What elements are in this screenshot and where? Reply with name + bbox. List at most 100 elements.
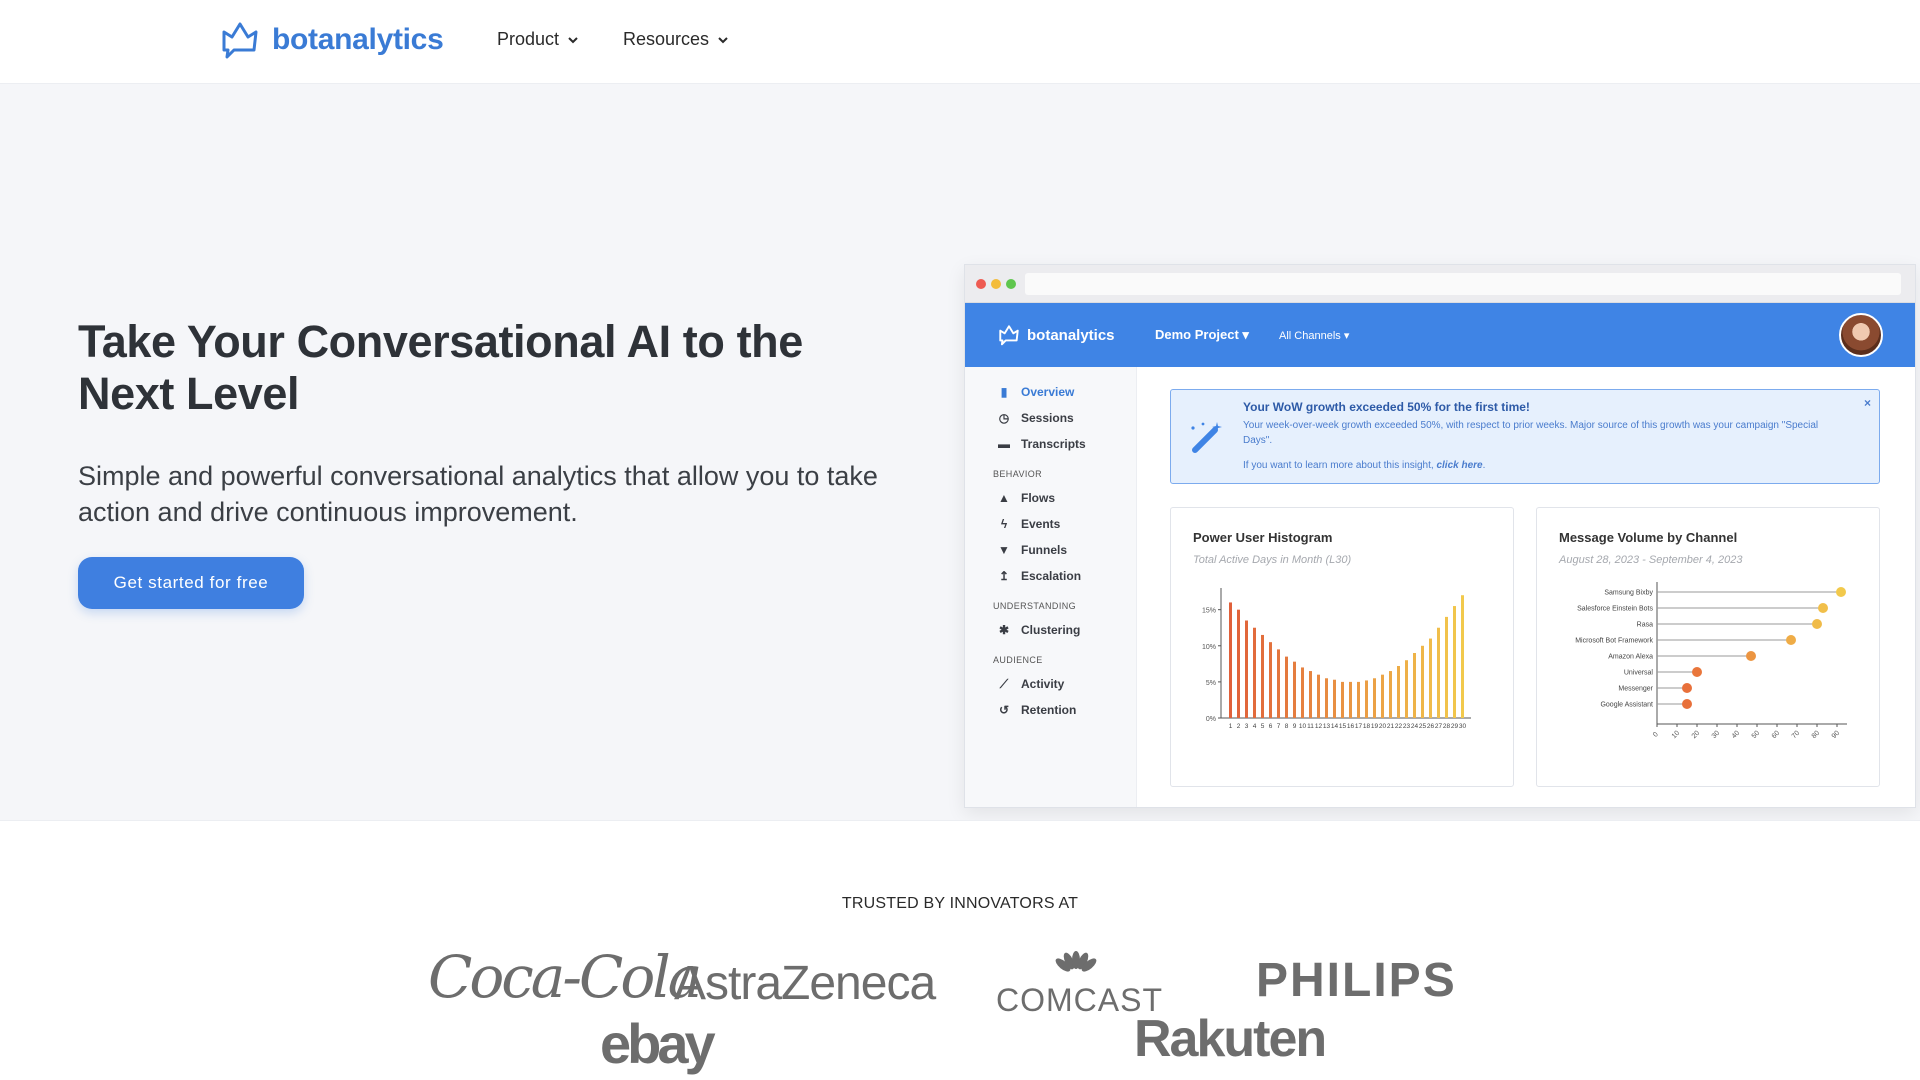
histogram-bar	[1333, 679, 1336, 718]
histogram-bar	[1261, 634, 1264, 718]
x-tick-label: 10	[1299, 723, 1307, 730]
x-tick-label: 90	[1831, 730, 1842, 741]
card-title: Message Volume by Channel	[1559, 530, 1738, 545]
product-screenshot-mockup: botanalytics Demo Project ▾ All Channels…	[964, 264, 1916, 808]
channel-volume-card: Message Volume by Channel August 28, 202…	[1536, 507, 1880, 787]
window-close-dot	[976, 279, 986, 289]
category-label: Universal	[1624, 670, 1654, 677]
insight-banner: Your WoW growth exceeded 50% for the fir…	[1170, 389, 1880, 484]
mockup-sidebar: ▮ Overview ◷ Sessions ▬ Transcripts BEHA…	[965, 367, 1137, 807]
brand-logo-icon	[999, 325, 1019, 346]
category-label: Rasa	[1637, 622, 1653, 629]
cocacola-logo: Coca-Cola	[428, 943, 702, 1011]
histogram-bar	[1357, 681, 1360, 718]
x-tick-label: 11	[1307, 723, 1314, 730]
sidebar-item-label: Activity	[1021, 677, 1065, 691]
x-tick-label: 14	[1331, 723, 1339, 730]
insight-title: Your WoW growth exceeded 50% for the fir…	[1243, 400, 1530, 414]
insight-footer: If you want to learn more about this ins…	[1243, 460, 1485, 471]
x-tick-label: 2	[1237, 723, 1241, 730]
bolt-icon: ϟ	[1000, 517, 1008, 531]
sidebar-section-understanding: UNDERSTANDING	[993, 601, 1077, 611]
histogram-bar	[1373, 678, 1376, 718]
x-tick-label: 20	[1691, 730, 1702, 741]
card-subtitle: Total Active Days in Month (L30)	[1193, 554, 1352, 566]
clock-icon: ◷	[998, 411, 1010, 425]
astrazeneca-logo: AstraZeneca	[674, 957, 936, 1010]
app-brand: botanalytics	[997, 323, 1115, 347]
hero-subtitle: Simple and powerful conversational analy…	[78, 461, 878, 527]
histogram-bar	[1253, 627, 1256, 718]
histogram-card: Power User Histogram Total Active Days i…	[1170, 507, 1514, 787]
category-label: Google Assistant	[1600, 702, 1653, 709]
chevron-down-icon	[718, 36, 728, 43]
nav-product-label: Product	[497, 29, 560, 49]
peacock-icon	[1055, 951, 1097, 972]
histogram-bar	[1421, 645, 1424, 718]
nav-resources-menu[interactable]: Resources	[623, 29, 729, 50]
sidebar-item-label: Clustering	[1021, 623, 1081, 637]
comcast-wordmark: COMCAST	[996, 982, 1163, 1018]
x-tick-label: 1	[1229, 723, 1233, 730]
sidebar-item-sessions: ◷ Sessions	[997, 411, 1074, 425]
history-icon: ↺	[998, 703, 1010, 717]
lollipop-dot	[1692, 667, 1702, 677]
brand-logo[interactable]: botanalytics	[218, 18, 444, 62]
app-brand-name: botanalytics	[1027, 326, 1115, 344]
x-tick-label: 22	[1395, 723, 1403, 730]
sidebar-item-label: Retention	[1021, 703, 1077, 717]
nav-product-menu[interactable]: Product	[497, 29, 579, 50]
brand-logo-icon	[222, 22, 258, 59]
funnel-icon: ▼	[998, 543, 1010, 557]
hero-section: Take Your Conversational AI to the Next …	[0, 84, 1920, 820]
sidebar-item-label: Sessions	[1021, 411, 1074, 425]
histogram-bar	[1277, 649, 1280, 718]
y-tick-label: 0%	[1206, 716, 1216, 723]
sidebar-item-label: Events	[1021, 517, 1061, 531]
y-tick-label: 10%	[1202, 644, 1216, 651]
philips-logo: PHILIPS	[1256, 954, 1457, 1007]
histogram-bar	[1341, 681, 1344, 718]
sidebar-item-activity: ⟋ Activity	[997, 677, 1065, 692]
top-navbar: botanalytics Product Resources	[0, 0, 1920, 84]
lollipop-dot	[1836, 587, 1846, 597]
insight-footer-text: If you want to learn more about this ins…	[1243, 460, 1434, 471]
sidebar-item-retention: ↺ Retention	[997, 703, 1076, 717]
card-title: Power User Histogram	[1193, 530, 1333, 545]
sidebar-item-overview: ▮ Overview	[997, 385, 1075, 399]
histogram-bar	[1365, 680, 1368, 718]
channel-lollipop-chart: Samsung Bixby Salesforce Einstein Bots Ras…	[1575, 582, 1847, 741]
histogram-bar	[1429, 638, 1432, 718]
histogram-bar	[1445, 616, 1448, 718]
x-tick-label: 3	[1245, 723, 1249, 730]
x-tick-label: 15	[1339, 723, 1347, 730]
x-tick-label: 70	[1791, 730, 1802, 741]
get-started-button[interactable]: Get started for free	[78, 557, 304, 609]
sidebar-item-events: ϟ Events	[997, 517, 1061, 531]
chat-bubbles-icon: ▬	[998, 437, 1010, 451]
sidebar-item-flows: ▲ Flows	[997, 491, 1055, 505]
brand-name: botanalytics	[272, 23, 444, 56]
x-tick-label: 28	[1443, 723, 1451, 730]
insight-body: Your week-over-week growth exceeded 50%,…	[1243, 420, 1819, 446]
histogram-bar	[1309, 671, 1312, 718]
insight-footer-end: .	[1482, 460, 1486, 471]
histogram-bar	[1293, 661, 1296, 718]
comcast-logo: COMCAST	[996, 951, 1163, 1019]
x-tick-label: 30	[1711, 730, 1722, 741]
trusted-label: TRUSTED BY INNOVATORS AT	[841, 895, 1079, 912]
sidebar-section-audience: AUDIENCE	[993, 655, 1043, 665]
browser-chrome	[965, 265, 1915, 303]
lollipop-dot	[1682, 699, 1692, 709]
x-tick-label: 19	[1371, 723, 1379, 730]
histogram-bar	[1269, 642, 1272, 718]
category-label: Samsung Bixby	[1604, 590, 1653, 597]
category-label: Microsoft Bot Framework	[1575, 638, 1653, 645]
sidebar-item-clustering: ✱ Clustering	[997, 623, 1080, 637]
sidebar-item-label: Escalation	[1021, 569, 1082, 583]
lollipop-dot	[1682, 683, 1692, 693]
y-tick-label: 15%	[1202, 608, 1216, 615]
sidebar-item-label: Flows	[1021, 491, 1056, 505]
x-tick-label: 17	[1355, 723, 1363, 730]
road-icon: ▲	[998, 491, 1010, 505]
